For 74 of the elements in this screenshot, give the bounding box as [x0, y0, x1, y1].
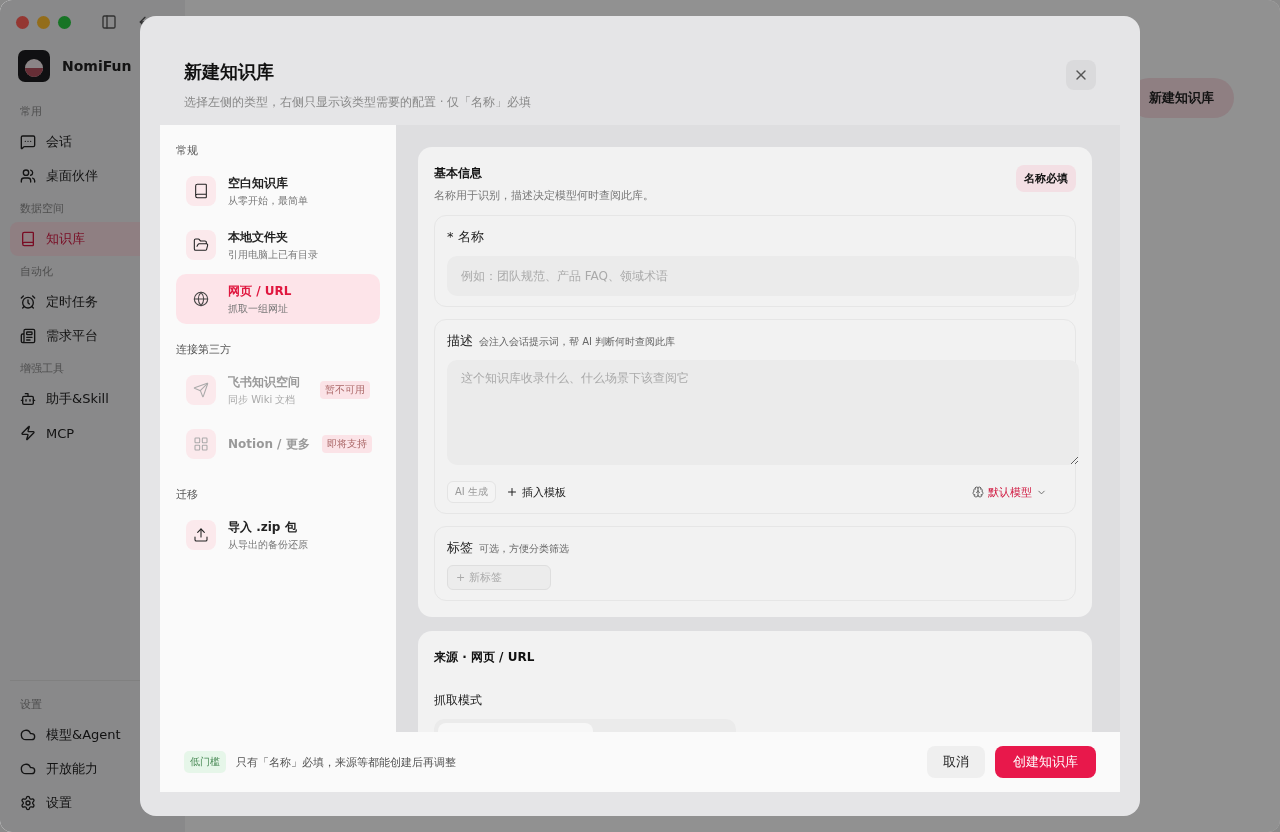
nav-item[interactable]: MCP [10, 416, 175, 450]
nav-item[interactable]: 助手&Skill [10, 382, 175, 416]
field-hint: 可选，方便分类筛选 [479, 542, 569, 556]
type-icon [186, 230, 216, 260]
type-title: Notion / 更多 [228, 435, 310, 453]
type-icon [186, 375, 216, 405]
nav-item[interactable]: 开放能力 [10, 752, 175, 786]
nav-item[interactable]: 会话 [10, 125, 175, 159]
type-subtitle: 从导出的备份还原 [228, 537, 309, 552]
nav-item[interactable]: 定时任务 [10, 285, 175, 319]
create-button[interactable]: 创建知识库 [995, 746, 1096, 778]
close-button[interactable] [1066, 60, 1096, 90]
type-option[interactable]: 空白知识库 从零开始，最简单 [176, 166, 380, 216]
dialog-title: 新建知识库 [184, 60, 275, 84]
field-label: 描述 [447, 332, 473, 350]
status-badge: 暂不可用 [320, 381, 370, 399]
type-subtitle: 从零开始，最简单 [228, 193, 309, 208]
zoom-window-button[interactable] [58, 15, 71, 29]
type-subtitle: 同步 Wiki 文档 [228, 392, 297, 407]
card-title: 基本信息 [434, 165, 483, 182]
model-dropdown[interactable]: 默认模型 [972, 484, 1047, 500]
nav-icon [20, 425, 36, 441]
card-description: 名称用于识别，描述决定模型何时查阅此库。 [434, 188, 654, 203]
footer-note: 只有「名称」必填，来源等都能创建后再调整 [236, 754, 457, 770]
nav-item[interactable]: 桌面伙伴 [10, 159, 175, 193]
card-title: 来源 · 网页 / URL [434, 649, 536, 666]
sidebar-toggle-icon[interactable] [101, 14, 117, 30]
type-subtitle: 抓取一组网址 [228, 301, 289, 316]
type-icon [186, 520, 216, 550]
required-badge: 名称必填 [1016, 165, 1076, 192]
type-group-label: 迁移 [176, 487, 199, 503]
ai-generate-button[interactable]: AI 生成 [447, 481, 496, 503]
plus-icon [505, 486, 518, 498]
cloud-icon [20, 761, 36, 777]
type-option[interactable]: 导入 .zip 包 从导出的备份还原 [176, 510, 380, 560]
type-title: 导入 .zip 包 [228, 518, 298, 536]
field-label: 标签 [447, 539, 473, 557]
nav-icon [20, 328, 36, 344]
minimize-window-button[interactable] [37, 15, 50, 29]
cloud-icon [20, 727, 36, 743]
type-group-label: 连接第三方 [176, 342, 232, 358]
type-title: 网页 / URL [228, 282, 293, 300]
insert-template-button[interactable]: 插入模板 [505, 484, 566, 500]
type-subtitle: 引用电脑上已有目录 [228, 247, 319, 262]
app-name: NomiFun [62, 58, 132, 74]
type-title: 本地文件夹 [228, 228, 289, 246]
field-hint: 会注入会话提示词，帮 AI 判断何时查阅此库 [479, 335, 676, 349]
type-option[interactable]: 本地文件夹 引用电脑上已有目录 [176, 220, 380, 270]
type-icon [186, 176, 216, 206]
nav-icon [20, 231, 36, 247]
close-window-button[interactable] [16, 15, 29, 29]
description-input-field[interactable]: 这个知识库收录什么、什么场景下该查阅它 [447, 360, 1079, 465]
nav-icon [20, 168, 36, 184]
type-icon [186, 429, 216, 459]
field-label: * 名称 [447, 228, 485, 246]
field-label: 抓取模式 [434, 692, 483, 709]
type-group-label: 常规 [176, 143, 199, 159]
app-logo-icon [18, 50, 50, 82]
type-option[interactable]: 网页 / URL 抓取一组网址 [176, 274, 380, 324]
status-badge: 即将支持 [321, 435, 372, 453]
brain-icon [972, 486, 984, 498]
settings-icon [20, 795, 36, 811]
dialog-subtitle: 选择左侧的类型，右侧只显示该类型需要的配置 · 仅「名称」必填 [184, 94, 532, 111]
name-input-field[interactable]: 例如：团队规范、产品 FAQ、领域术语 [447, 256, 1079, 296]
type-title: 空白知识库 [228, 174, 289, 192]
type-title: 飞书知识空间 [228, 373, 301, 391]
low-barrier-badge: 低门槛 [184, 751, 226, 773]
nav-icon [20, 391, 36, 407]
nav-icon [20, 134, 36, 150]
cancel-button[interactable]: 取消 [927, 746, 985, 778]
nav-item[interactable]: 需求平台 [10, 319, 175, 353]
nav-icon [20, 294, 36, 310]
nav-item[interactable]: 设置 [10, 786, 175, 820]
nav-item[interactable]: 模型&Agent [10, 718, 175, 752]
